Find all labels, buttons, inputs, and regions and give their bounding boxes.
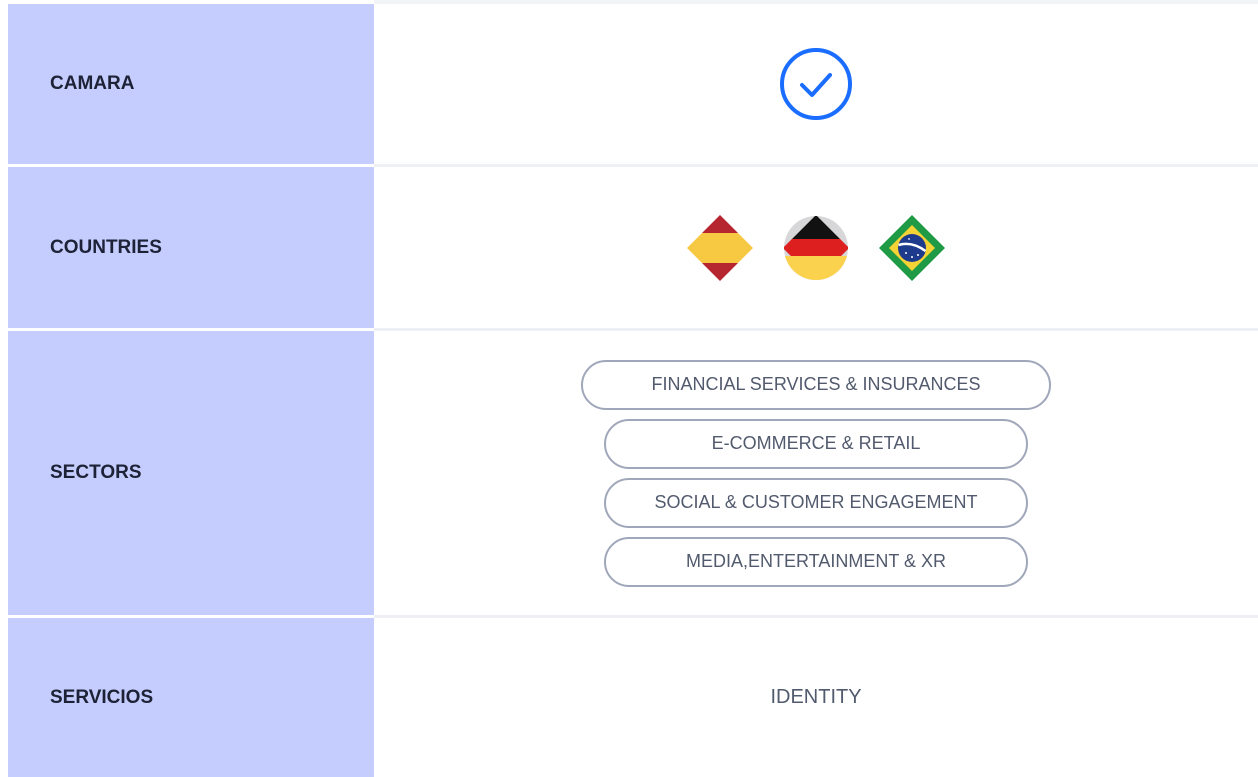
check-circle-icon — [780, 48, 852, 120]
row-label-countries: COUNTRIES — [0, 167, 374, 331]
sector-pill-media[interactable]: MEDIA,ENTERTAINMENT & XR — [604, 536, 1028, 587]
servicios-value-cell: IDENTITY — [374, 618, 1258, 777]
service-value: IDENTITY — [770, 686, 862, 708]
spain-flag-icon — [687, 214, 753, 281]
flag-list — [687, 214, 945, 281]
row-label-sectors: SECTORS — [0, 331, 374, 618]
row-label-camara: CAMARA — [0, 0, 374, 167]
sector-pill-ecommerce[interactable]: E-COMMERCE & RETAIL — [604, 418, 1028, 469]
camara-value-cell — [374, 0, 1258, 167]
sectors-value-cell: FINANCIAL SERVICES & INSURANCES E-COMMER… — [374, 331, 1258, 618]
row-label-servicios: SERVICIOS — [0, 618, 374, 777]
germany-flag-icon — [784, 215, 848, 280]
sector-pill-social[interactable]: SOCIAL & CUSTOMER ENGAGEMENT — [604, 477, 1028, 528]
sector-pill-financial[interactable]: FINANCIAL SERVICES & INSURANCES — [581, 359, 1051, 410]
comparison-table: CAMARA COUNTRIES SECTORS FINANCIAL SERVI… — [0, 0, 1258, 777]
countries-value-cell — [374, 167, 1258, 331]
brazil-flag-icon — [879, 214, 945, 281]
sector-list: FINANCIAL SERVICES & INSURANCES E-COMMER… — [581, 359, 1051, 587]
